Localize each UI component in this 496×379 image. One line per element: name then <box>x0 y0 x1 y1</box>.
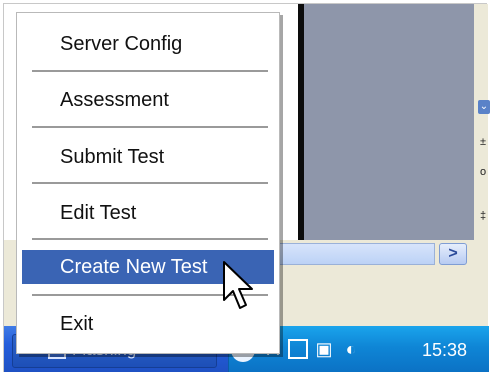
menu-item-assessment[interactable]: Assessment <box>22 83 274 117</box>
right-panel <box>474 4 488 240</box>
volume-icon[interactable]: ◐ <box>340 337 362 361</box>
menu-separator <box>32 126 268 128</box>
menu-separator <box>32 70 268 72</box>
app-tray-icon[interactable] <box>288 339 308 359</box>
mouse-cursor-icon <box>223 261 253 309</box>
gray-panel <box>304 4 474 240</box>
clock[interactable]: 15:38 <box>422 340 467 361</box>
network-icon[interactable]: ▣ <box>313 337 335 361</box>
screen: ⌄ ± o ‡ > Flashing ‹ A ▣ ◐ 15:38 Server … <box>0 0 496 379</box>
panel-glyph-icon: o <box>480 166 487 178</box>
horizontal-scrollbar[interactable] <box>275 243 435 265</box>
chevron-down-icon[interactable]: ⌄ <box>478 100 490 114</box>
menu-item-server-config[interactable]: Server Config <box>22 27 274 61</box>
scroll-right-button[interactable]: > <box>439 243 467 265</box>
menu-item-edit-test[interactable]: Edit Test <box>22 196 274 230</box>
menu-separator <box>32 182 268 184</box>
menu-separator <box>32 238 268 240</box>
panel-glyph-icon: ‡ <box>480 210 487 222</box>
menu-item-submit-test[interactable]: Submit Test <box>22 140 274 174</box>
panel-glyph-icon: ± <box>480 136 487 148</box>
